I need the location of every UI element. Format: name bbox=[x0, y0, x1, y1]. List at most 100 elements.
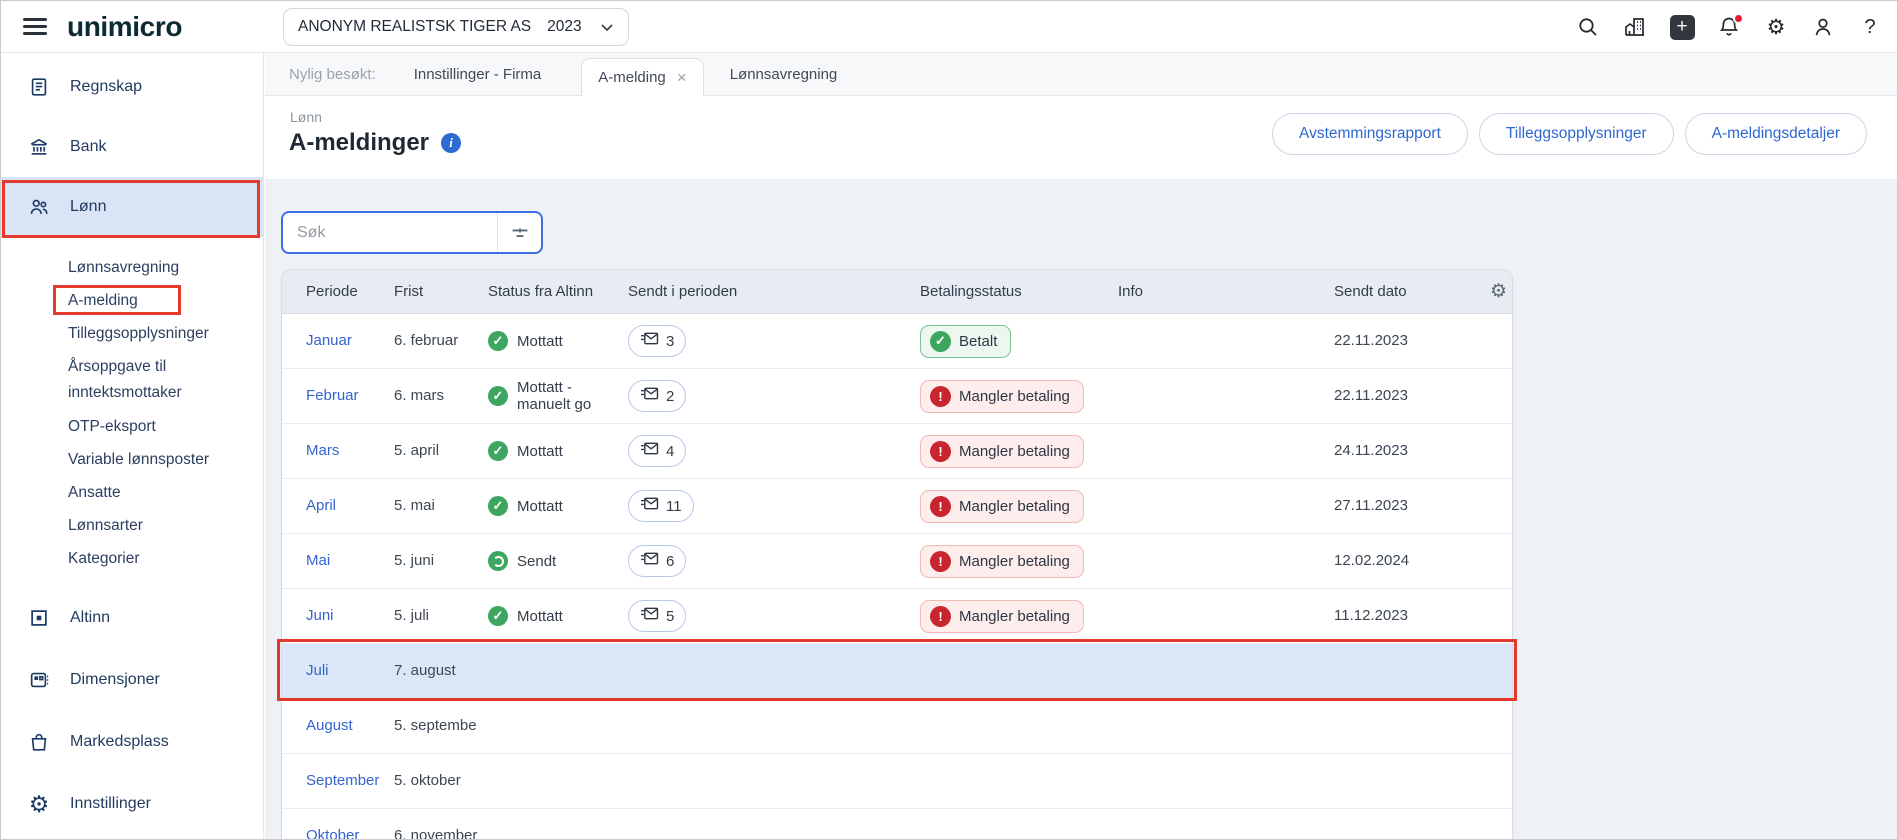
settings-icon[interactable]: ⚙ bbox=[1763, 14, 1789, 40]
sidebar-item-label: Regnskap bbox=[70, 78, 143, 95]
sidebar-item-altinn[interactable]: Altinn bbox=[1, 587, 263, 649]
sent-date: 11.12.2023 bbox=[1334, 607, 1408, 624]
sent-date: 24.11.2023 bbox=[1334, 442, 1408, 459]
status-label: Mottatt - manuelt go bbox=[517, 379, 592, 413]
sent-in-period-pill[interactable]: 6 bbox=[628, 545, 687, 577]
search-box bbox=[281, 211, 543, 254]
altinn-status: Sendt bbox=[488, 551, 628, 571]
payment-label: Mangler betaling bbox=[959, 552, 1070, 570]
sent-in-period-pill[interactable]: 11 bbox=[628, 490, 694, 522]
close-icon[interactable]: × bbox=[677, 69, 687, 86]
column-header[interactable]: Info bbox=[1118, 283, 1334, 300]
period-link[interactable]: Oktober bbox=[306, 827, 359, 839]
envelope-icon bbox=[640, 386, 659, 406]
tilleggsopplysninger-button[interactable]: Tilleggsopplysninger bbox=[1478, 113, 1674, 155]
table-row: Januar 6. februar ✓ Mottatt 3 ✓ Betalt 22.11.20… bbox=[282, 314, 1512, 369]
column-header[interactable]: Periode bbox=[306, 283, 394, 300]
table-row: Februar 6. mars ✓ Mottatt - manuelt go 2 ! Man… bbox=[282, 369, 1512, 424]
recent-label: Nylig besøkt: bbox=[289, 65, 376, 83]
sidebar-subitem-l-nnsavregning[interactable]: Lønnsavregning bbox=[68, 251, 228, 284]
period-link[interactable]: Januar bbox=[306, 332, 352, 349]
altinn-status: ✓ Mottatt bbox=[488, 331, 628, 351]
sent-in-period-pill[interactable]: 2 bbox=[628, 380, 687, 412]
table-header-row: Periode Frist Status fra Altinn Sendt i … bbox=[282, 270, 1512, 314]
period-link[interactable]: September bbox=[306, 772, 379, 789]
sidebar-subitem-tilleggsopplysninger[interactable]: Tilleggsopplysninger bbox=[68, 317, 228, 350]
info-icon[interactable]: i bbox=[441, 133, 462, 153]
payment-status-badge: ! Mangler betaling bbox=[920, 434, 1084, 468]
period-link[interactable]: Juli bbox=[306, 662, 329, 679]
period-link[interactable]: Mai bbox=[306, 552, 330, 569]
sent-in-period-pill[interactable]: 4 bbox=[628, 435, 687, 467]
column-header[interactable]: Status fra Altinn bbox=[488, 283, 628, 300]
marketplace-icon bbox=[27, 730, 51, 754]
warning-icon: ! bbox=[930, 385, 951, 407]
tab-lonnsavregning[interactable]: Lønnsavregning bbox=[730, 66, 838, 83]
period-link[interactable]: Mars bbox=[306, 442, 339, 459]
column-settings-gear-icon[interactable]: ⚙ bbox=[1490, 280, 1512, 303]
altinn-status: ✓ Mottatt - manuelt go bbox=[488, 379, 628, 413]
payment-status-badge: ! Mangler betaling bbox=[920, 489, 1084, 523]
account-icon[interactable] bbox=[1810, 14, 1836, 40]
filter-icon[interactable] bbox=[497, 213, 541, 252]
notifications-icon[interactable] bbox=[1716, 13, 1744, 40]
envelope-icon bbox=[640, 551, 659, 571]
tab-amelding[interactable]: A-melding × bbox=[581, 58, 704, 96]
check-icon: ✓ bbox=[488, 331, 508, 351]
sidebar-item-innstillinger[interactable]: ⚙ Innstillinger bbox=[1, 773, 263, 835]
sidebar-subitem-otp-eksport[interactable]: OTP-eksport bbox=[68, 410, 228, 443]
sidebar-subitem-l-nnsarter[interactable]: Lønnsarter bbox=[68, 509, 228, 542]
sidebar-item-markedsplass[interactable]: Markedsplass bbox=[1, 711, 263, 773]
sidebar-item-dimensjoner[interactable]: Dimensjoner bbox=[1, 649, 263, 711]
table-row: April 5. mai ✓ Mottatt 11! Mangler betaling 27… bbox=[282, 479, 1512, 534]
status-label: Sendt bbox=[517, 552, 557, 570]
period-link[interactable]: April bbox=[306, 497, 336, 514]
company-icon[interactable] bbox=[1622, 14, 1648, 40]
frist-value: 6. februar bbox=[394, 332, 459, 349]
column-header[interactable]: Sendt dato bbox=[1334, 283, 1490, 300]
sidebar-subitem-kategorier[interactable]: Kategorier bbox=[68, 542, 228, 575]
menu-icon[interactable] bbox=[23, 18, 47, 36]
sidebar-item-regnskap[interactable]: Regnskap bbox=[1, 57, 263, 117]
table-row: Mars 5. april ✓ Mottatt 4! Mangler betaling 24… bbox=[282, 424, 1512, 479]
frist-value: 5. april bbox=[394, 442, 440, 459]
sidebar-subitem-variable-l-nnsposter[interactable]: Variable lønnsposter bbox=[68, 443, 228, 476]
sidebar-item-lonn[interactable]: Lønn bbox=[1, 177, 263, 237]
sidebar-subitem-ansatte[interactable]: Ansatte bbox=[68, 476, 228, 509]
envelope-icon bbox=[640, 606, 659, 626]
help-icon[interactable]: ? bbox=[1857, 14, 1883, 40]
sidebar-item-bank[interactable]: Bank bbox=[1, 117, 263, 177]
column-header[interactable]: Betalingsstatus bbox=[920, 283, 1118, 300]
check-icon: ✓ bbox=[488, 441, 508, 461]
column-header[interactable]: Sendt i perioden bbox=[628, 283, 920, 300]
ameldingsdetaljer-button[interactable]: A-meldingsdetaljer bbox=[1684, 113, 1867, 155]
avstemmingsrapport-button[interactable]: Avstemmingsrapport bbox=[1272, 113, 1468, 155]
payment-label: Mangler betaling bbox=[959, 607, 1070, 625]
period-link[interactable]: August bbox=[306, 717, 353, 734]
check-icon: ✓ bbox=[488, 386, 508, 406]
search-icon[interactable] bbox=[1575, 14, 1601, 40]
sidebar-submenu: Lønnsavregning A-melding Tilleggsopplysnin… bbox=[1, 251, 263, 575]
add-icon[interactable]: + bbox=[1669, 14, 1695, 40]
payment-status-badge: ! Mangler betaling bbox=[920, 379, 1084, 413]
period-link[interactable]: Juni bbox=[306, 607, 334, 624]
search-input[interactable] bbox=[283, 213, 497, 252]
topbar: unimicro ANONYM REALISTSK TIGER AS 2023 … bbox=[1, 1, 1897, 53]
frist-value: 6. mars bbox=[394, 387, 445, 404]
tab-innstillinger-firma[interactable]: Innstillinger - Firma bbox=[414, 66, 542, 83]
column-header[interactable]: Frist bbox=[394, 283, 488, 300]
company-selector[interactable]: ANONYM REALISTSK TIGER AS 2023 bbox=[283, 8, 629, 46]
sidebar-subitem--rsoppgave-til-inntektsmottaker[interactable]: Årsoppgave til inntektsmottaker bbox=[68, 350, 228, 410]
table-row: Juli 7. august bbox=[282, 644, 1512, 699]
company-year: 2023 bbox=[547, 18, 582, 35]
sent-count: 6 bbox=[666, 552, 675, 570]
altinn-status: ✓ Mottatt bbox=[488, 606, 628, 626]
sent-in-period-pill[interactable]: 5 bbox=[628, 600, 687, 632]
sent-in-period-pill[interactable]: 3 bbox=[628, 325, 687, 357]
sent-icon bbox=[488, 551, 508, 571]
envelope-icon bbox=[640, 331, 659, 351]
sidebar-subitem-a-melding[interactable]: A-melding bbox=[68, 284, 228, 317]
envelope-icon bbox=[640, 441, 659, 461]
period-link[interactable]: Februar bbox=[306, 387, 359, 404]
ameldinger-table: Periode Frist Status fra Altinn Sendt i … bbox=[281, 269, 1513, 839]
